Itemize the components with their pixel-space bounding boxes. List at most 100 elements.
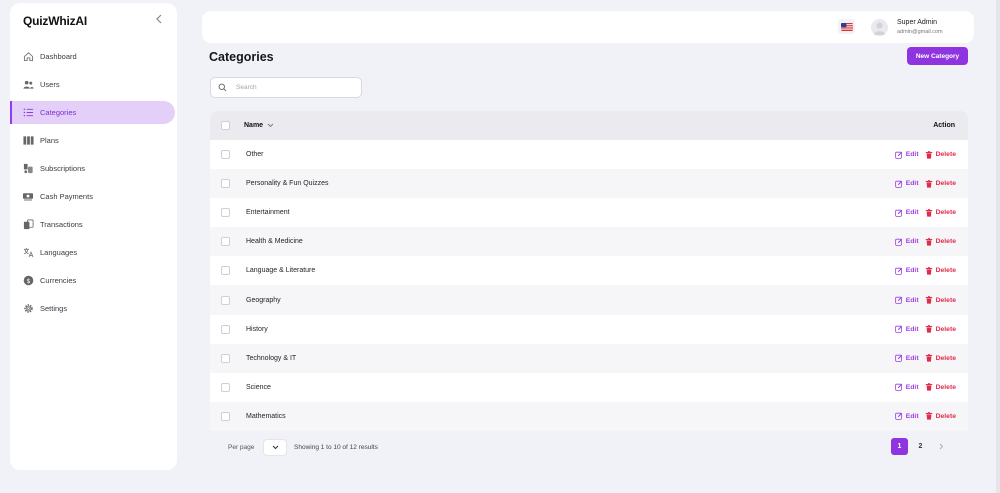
table-row: Health & Medicine Edit Delete <box>210 227 968 257</box>
row-checkbox[interactable] <box>221 150 230 160</box>
edit-button[interactable]: Edit <box>894 267 919 275</box>
edit-button[interactable]: Edit <box>894 238 919 246</box>
edit-label: Edit <box>905 296 919 304</box>
sidebar-item-label: Dashboard <box>40 52 77 61</box>
delete-button[interactable]: Delete <box>925 208 956 217</box>
edit-button[interactable]: Edit <box>894 325 919 333</box>
delete-button[interactable]: Delete <box>925 325 956 333</box>
category-name: Other <box>246 151 264 159</box>
trash-icon <box>925 208 933 217</box>
table-row: History Edit Delete <box>210 314 968 344</box>
category-name: Mathematics <box>246 412 286 420</box>
row-checkbox[interactable] <box>221 324 230 334</box>
list-icon <box>22 107 34 119</box>
trash-icon <box>925 412 933 421</box>
sidebar-item-subscriptions[interactable]: Subscriptions <box>10 157 177 180</box>
avatar[interactable] <box>871 19 888 36</box>
search-input[interactable] <box>236 84 356 91</box>
delete-button[interactable]: Delete <box>925 383 956 391</box>
delete-button[interactable]: Delete <box>925 412 956 421</box>
table-footer: Per page Showing 1 to 10 of 12 results 1… <box>210 436 968 460</box>
delete-label: Delete <box>935 383 956 391</box>
edit-label: Edit <box>905 325 919 333</box>
edit-label: Edit <box>905 354 919 362</box>
columns-icon <box>22 135 34 147</box>
row-checkbox[interactable] <box>221 353 230 363</box>
results-summary: Showing 1 to 10 of 12 results <box>294 444 378 451</box>
row-actions: Edit Delete <box>894 237 956 246</box>
edit-icon <box>894 383 903 392</box>
edit-icon <box>894 151 903 159</box>
edit-button[interactable]: Edit <box>894 412 919 421</box>
per-page-select[interactable] <box>263 439 287 456</box>
select-all-checkbox[interactable] <box>221 121 230 130</box>
table-header: Name Action <box>210 111 968 140</box>
table-row: Other Edit Delete <box>210 140 968 170</box>
column-header-name[interactable]: Name <box>244 122 274 129</box>
sidebar-item-categories[interactable]: Categories <box>10 101 175 124</box>
column-header-action: Action <box>933 122 955 129</box>
gear-icon <box>22 303 34 315</box>
sidebar-item-cash-payments[interactable]: Cash Payments <box>10 185 177 208</box>
edit-button[interactable]: Edit <box>894 180 919 188</box>
delete-button[interactable]: Delete <box>925 150 956 159</box>
edit-button[interactable]: Edit <box>894 151 919 159</box>
sidebar-item-plans[interactable]: Plans <box>10 129 177 152</box>
table-row: Science Edit Delete <box>210 372 968 402</box>
row-checkbox[interactable] <box>221 237 230 247</box>
sidebar-item-label: Languages <box>40 248 78 257</box>
edit-icon <box>894 325 903 333</box>
edit-button[interactable]: Edit <box>894 354 919 362</box>
delete-button[interactable]: Delete <box>925 296 956 304</box>
search-icon <box>218 83 227 92</box>
sidebar-item-label: Cash Payments <box>40 192 93 201</box>
delete-button[interactable]: Delete <box>925 179 956 188</box>
search-box <box>210 77 362 98</box>
sidebar-item-transactions[interactable]: Transactions <box>10 213 177 236</box>
row-actions: Edit Delete <box>894 325 956 333</box>
category-name: Entertainment <box>246 209 290 217</box>
row-checkbox[interactable] <box>221 411 230 421</box>
sidebar-item-label: Plans <box>40 136 59 145</box>
table-body: Other Edit Delete Personality & Fun Quizzes… <box>210 140 968 431</box>
page-2-button[interactable]: 2 <box>912 438 929 455</box>
delete-button[interactable]: Delete <box>925 354 956 362</box>
edit-button[interactable]: Edit <box>894 209 919 217</box>
delete-label: Delete <box>935 151 956 159</box>
page-1-button[interactable]: 1 <box>891 438 908 455</box>
trash-icon <box>925 267 933 275</box>
category-name: Health & Medicine <box>246 238 303 246</box>
category-name: Geography <box>246 296 281 304</box>
row-actions: Edit Delete <box>894 179 956 188</box>
sidebar-item-currencies[interactable]: $ Currencies <box>10 269 177 292</box>
sidebar-item-label: Settings <box>40 304 68 313</box>
category-name: Personality & Fun Quizzes <box>246 180 329 188</box>
sidebar-item-dashboard[interactable]: Dashboard <box>10 45 177 68</box>
delete-label: Delete <box>935 412 956 420</box>
row-actions: Edit Delete <box>894 383 956 392</box>
new-category-button[interactable]: New Category <box>907 47 968 65</box>
sidebar-item-settings[interactable]: Settings <box>10 297 177 320</box>
delete-button[interactable]: Delete <box>925 237 956 246</box>
edit-icon <box>894 238 903 246</box>
category-name: Technology & IT <box>246 354 297 362</box>
row-checkbox[interactable] <box>221 266 230 276</box>
language-switcher[interactable] <box>838 19 855 34</box>
table-row: Entertainment Edit Delete <box>210 198 968 228</box>
edit-button[interactable]: Edit <box>894 383 919 392</box>
delete-button[interactable]: Delete <box>925 267 956 275</box>
translate-icon <box>22 247 34 259</box>
edit-button[interactable]: Edit <box>894 296 919 304</box>
trash-icon <box>925 383 933 391</box>
sidebar-item-languages[interactable]: Languages <box>10 241 177 264</box>
row-checkbox[interactable] <box>221 295 230 305</box>
delete-label: Delete <box>935 296 956 304</box>
trash-icon <box>925 179 933 188</box>
row-checkbox[interactable] <box>221 382 230 392</box>
row-actions: Edit Delete <box>894 208 956 217</box>
sidebar-item-users[interactable]: Users <box>10 73 177 96</box>
next-page-button[interactable] <box>933 438 950 455</box>
row-checkbox[interactable] <box>221 179 230 189</box>
row-checkbox[interactable] <box>221 208 230 218</box>
collapse-sidebar-button[interactable] <box>151 11 167 27</box>
